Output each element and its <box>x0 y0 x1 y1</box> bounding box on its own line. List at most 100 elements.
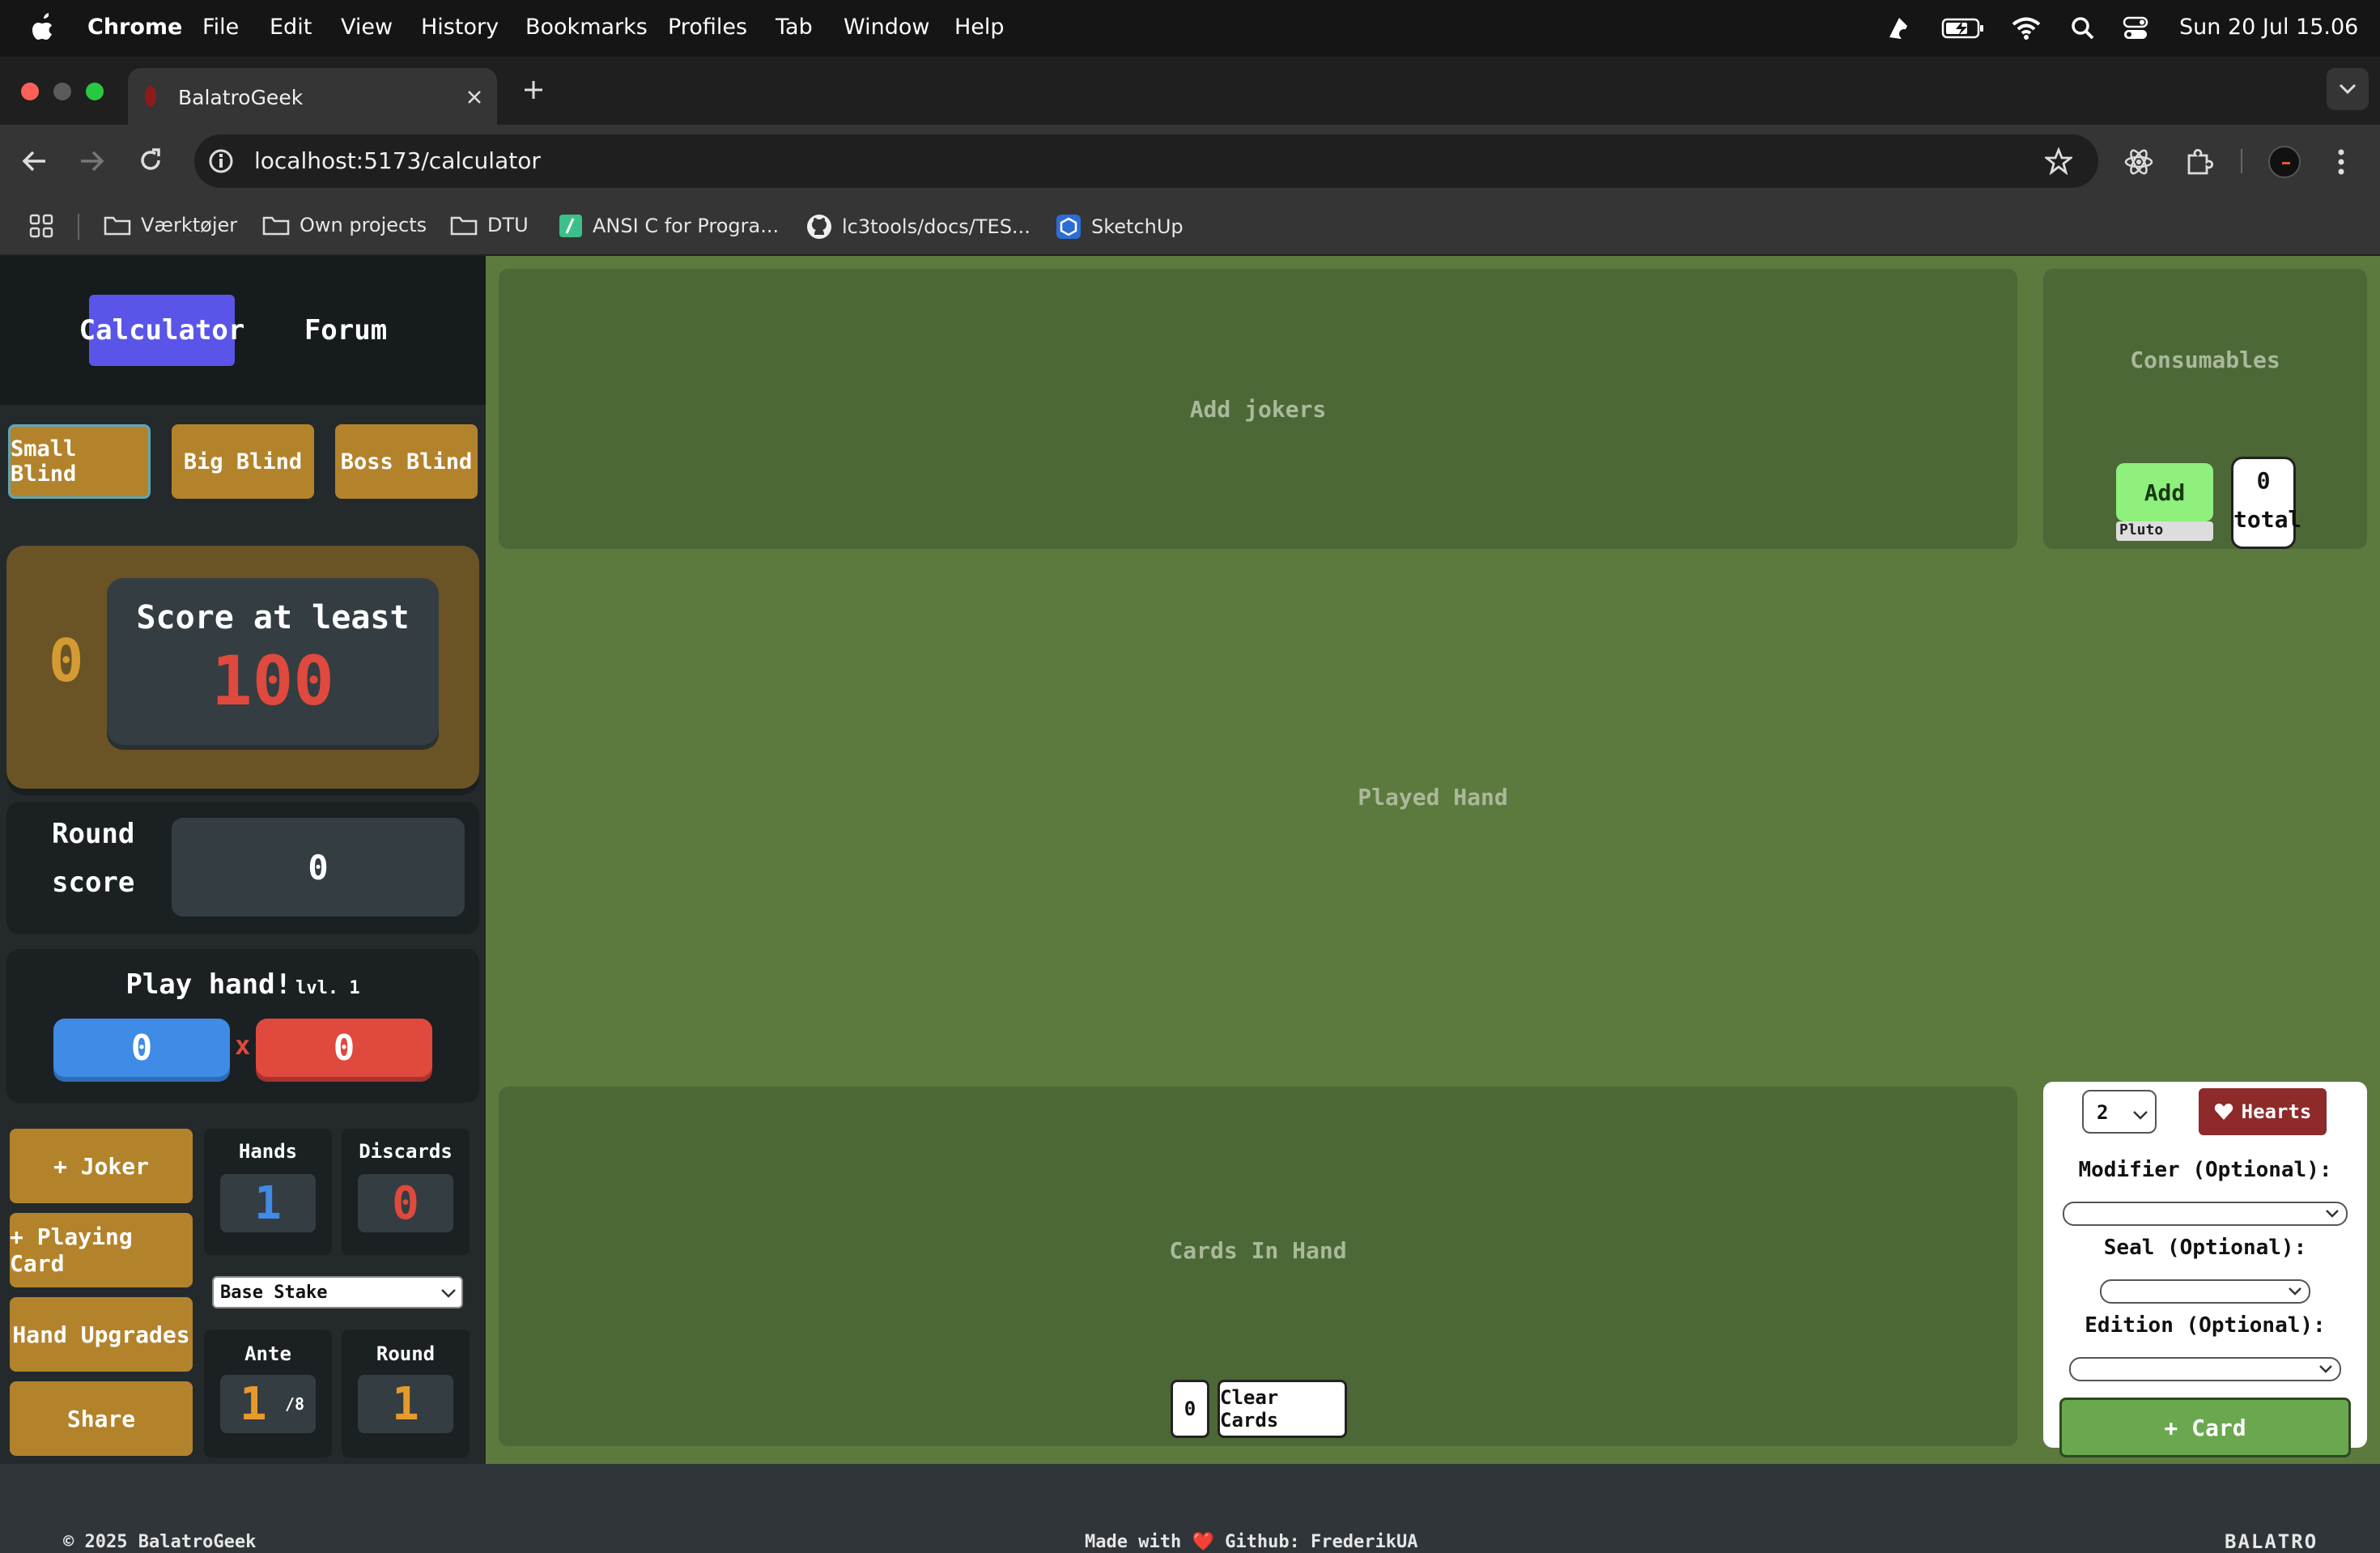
back-icon[interactable] <box>21 149 47 173</box>
mult-value: 0 <box>256 1019 432 1077</box>
chevron-down-icon <box>2318 1364 2333 1374</box>
bookmark-own-projects[interactable]: Own projects <box>262 214 427 236</box>
add-consumable-button[interactable]: Add Pluto <box>2116 463 2213 542</box>
ante-max: /8 <box>285 1394 305 1414</box>
address-bar[interactable]: localhost:5173/calculator <box>194 134 2098 188</box>
extension-status-icon[interactable] <box>1885 15 1912 42</box>
hand-upgrades-button[interactable]: Hand Upgrades <box>10 1297 193 1372</box>
more-menu-icon[interactable] <box>2336 147 2346 177</box>
profile-avatar[interactable] <box>2268 146 2301 178</box>
wifi-icon[interactable] <box>2011 16 2042 40</box>
bookmark-vaerktojer[interactable]: Værktøjer <box>104 214 237 236</box>
jokers-slot-area[interactable]: Add jokers <box>499 269 2017 549</box>
seal-label: Seal (Optional): <box>2103 1236 2307 1260</box>
site-info-icon[interactable] <box>207 147 235 175</box>
clock[interactable]: Sun 20 Jul 15.06 <box>2179 15 2358 40</box>
rank-value: 2 <box>2097 1101 2109 1124</box>
spotlight-search-icon[interactable] <box>2071 16 2095 40</box>
zoom-window-button[interactable] <box>86 83 104 100</box>
footer-made-with[interactable]: Made with ❤️ Github: FrederikUA <box>1085 1532 1418 1552</box>
rank-select[interactable]: 2 <box>2082 1090 2157 1134</box>
bookmark-lc3tools[interactable]: lc3tools/docs/TES... <box>806 214 1031 240</box>
minimize-window-button[interactable] <box>53 83 71 100</box>
bookmark-label: lc3tools/docs/TES... <box>842 215 1031 238</box>
forum-nav-button[interactable]: Forum <box>275 295 416 366</box>
hands-stat: Hands 1 <box>204 1129 332 1255</box>
bookmark-label: SketchUp <box>1091 215 1184 238</box>
card-builder-form: 2 Hearts Modifier (Optional): Seal (Opti… <box>2043 1082 2367 1457</box>
apple-icon[interactable] <box>31 11 57 42</box>
cards-in-hand-area[interactable]: Cards In Hand 0 Clear Cards <box>499 1087 2017 1446</box>
big-blind-button[interactable]: Big Blind <box>172 424 314 499</box>
footer-copyright: © 2025 BalatroGeek <box>63 1532 257 1552</box>
menu-app-name[interactable]: Chrome <box>87 15 182 40</box>
react-devtools-icon[interactable] <box>2124 147 2153 177</box>
stake-select[interactable]: Base Stake <box>212 1276 463 1308</box>
menu-view[interactable]: View <box>341 15 393 40</box>
score-target-value: 100 <box>211 641 334 721</box>
balatro-logo: BALATRO <box>2225 1530 2318 1553</box>
modifier-select[interactable] <box>2063 1202 2348 1226</box>
close-window-button[interactable] <box>21 83 39 100</box>
bookmark-dtu[interactable]: DTU <box>450 214 529 236</box>
folder-icon <box>104 215 131 236</box>
share-button[interactable]: Share <box>10 1381 193 1456</box>
bookmark-label: DTU <box>487 214 529 236</box>
chevron-down-icon <box>2132 1109 2148 1121</box>
battery-icon[interactable] <box>1941 18 1985 39</box>
tab-balatrogeek[interactable]: BalatroGeek <box>128 68 497 125</box>
sidebar: Calculator Forum Small Blind Big Blind B… <box>0 256 486 1464</box>
tab-search-button[interactable] <box>2327 68 2369 110</box>
hand-level: lvl. 1 <box>295 978 360 998</box>
round-stat: Round 1 <box>342 1330 470 1457</box>
browser-toolbar: localhost:5173/calculator <box>0 125 2380 198</box>
menu-bookmarks[interactable]: Bookmarks <box>525 15 648 40</box>
close-tab-icon[interactable] <box>466 89 482 105</box>
menu-window[interactable]: Window <box>844 15 929 40</box>
suit-select[interactable]: Hearts <box>2199 1088 2327 1135</box>
edition-label: Edition (Optional): <box>2085 1313 2326 1338</box>
ante-label: Ante <box>244 1342 291 1365</box>
clear-cards-button[interactable]: Clear Cards <box>1218 1380 1347 1438</box>
forward-icon[interactable] <box>79 149 105 173</box>
add-playing-card-button[interactable]: + Playing Card <box>10 1213 193 1287</box>
add-consumable-label: Add <box>2116 463 2213 521</box>
main-board: Add jokers Consumables Add Pluto 0 total… <box>486 256 2380 1464</box>
calculator-nav-button[interactable]: Calculator <box>79 295 244 366</box>
new-tab-icon[interactable] <box>523 79 544 100</box>
control-center-icon[interactable] <box>2123 16 2148 40</box>
round-score-label-2: score <box>52 866 135 899</box>
menu-tab[interactable]: Tab <box>776 15 813 40</box>
url-text[interactable]: localhost:5173/calculator <box>254 147 541 174</box>
consumables-count-value: 0 <box>2256 467 2271 494</box>
menu-file[interactable]: File <box>202 15 239 40</box>
menu-profiles[interactable]: Profiles <box>668 15 747 40</box>
ansi-c-favicon-icon <box>559 214 583 238</box>
bookmark-ansi-c[interactable]: ANSI C for Progra... <box>559 214 779 238</box>
bookmark-sketchup[interactable]: SketchUp <box>1056 214 1184 240</box>
tab-title: BalatroGeek <box>178 86 304 109</box>
small-blind-button[interactable]: Small Blind <box>8 424 151 499</box>
menu-edit[interactable]: Edit <box>270 15 312 40</box>
bookmark-star-icon[interactable] <box>2045 147 2072 175</box>
apps-grid-icon[interactable] <box>29 214 53 238</box>
boss-blind-button[interactable]: Boss Blind <box>335 424 478 499</box>
chevron-down-icon <box>440 1287 457 1299</box>
score-target-card: Score at least 100 <box>107 578 439 745</box>
consumable-select-value[interactable]: Pluto <box>2116 521 2213 541</box>
ante-stat: Ante 1 /8 <box>204 1330 332 1457</box>
folder-icon <box>262 215 290 236</box>
menu-history[interactable]: History <box>421 15 499 40</box>
add-card-button[interactable]: + Card <box>2059 1398 2351 1457</box>
bookmark-label: ANSI C for Progra... <box>593 215 780 237</box>
menu-help[interactable]: Help <box>954 15 1005 40</box>
edition-select[interactable] <box>2069 1357 2341 1381</box>
reload-icon[interactable] <box>138 147 164 173</box>
round-label: Round <box>376 1342 436 1365</box>
seal-select[interactable] <box>2100 1279 2310 1304</box>
balatrogeek-favicon-icon <box>142 84 159 108</box>
add-joker-button[interactable]: + Joker <box>10 1129 193 1203</box>
extensions-puzzle-icon[interactable] <box>2184 147 2213 177</box>
chevron-down-icon <box>2288 1287 2302 1296</box>
chevron-down-icon <box>2325 1209 2340 1219</box>
